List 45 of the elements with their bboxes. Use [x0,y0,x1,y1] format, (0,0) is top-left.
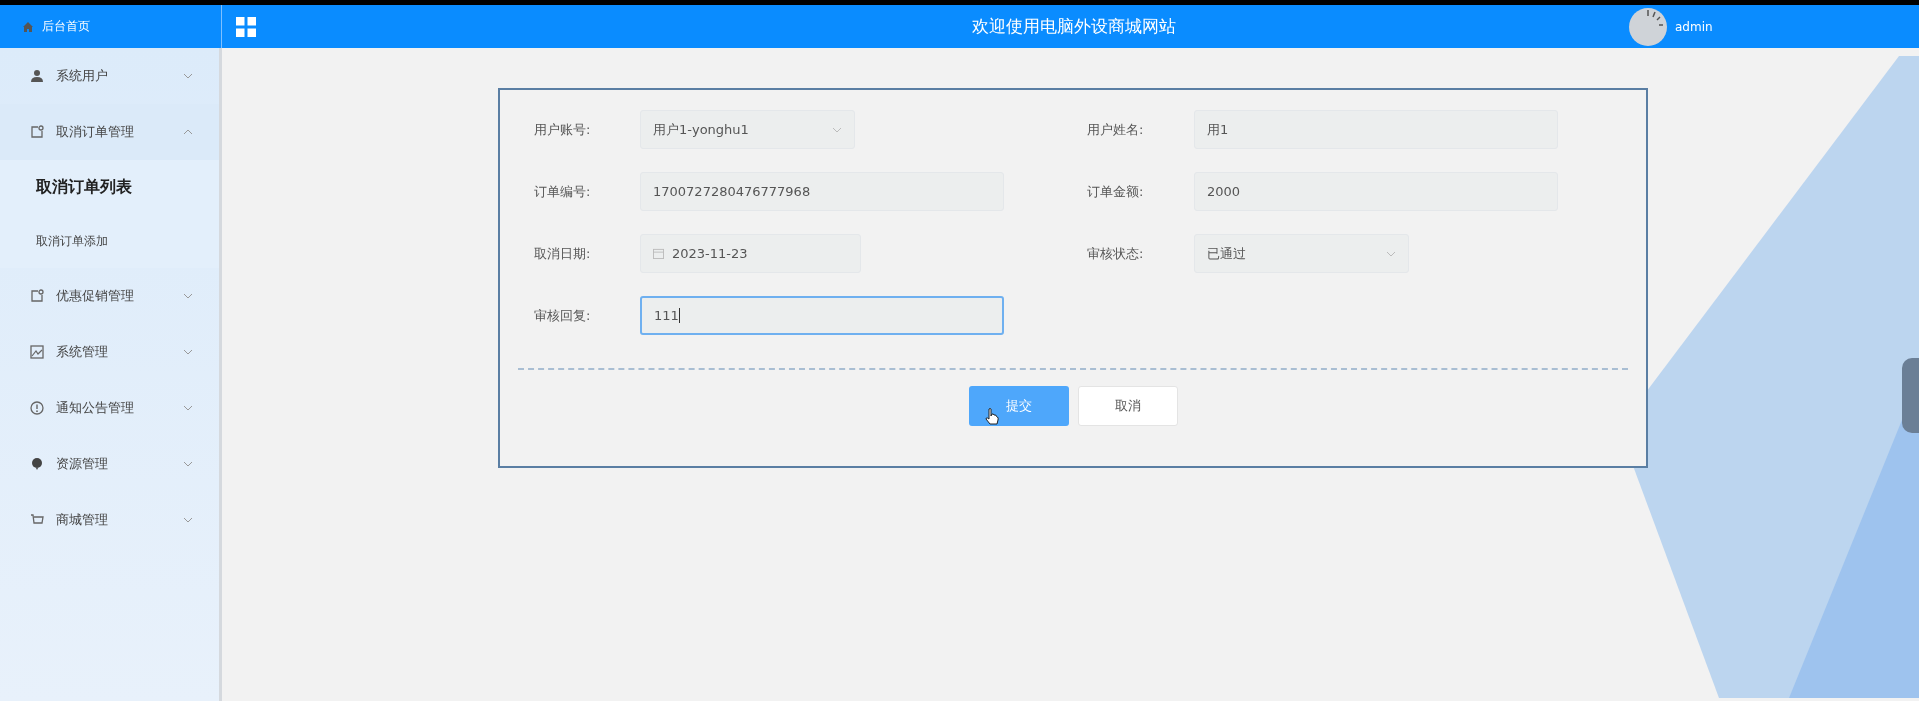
cart-icon [30,513,44,527]
picture-icon [30,345,44,359]
menu-item[interactable]: 通知公告管理 [0,380,219,436]
chevron-icon [183,517,193,523]
scroll-handle[interactable] [1902,358,1919,433]
input-field[interactable]: 1700727280476777968 [640,172,1004,211]
input-field[interactable]: 111 [640,296,1004,335]
home-icon [22,20,34,33]
menu-item[interactable]: 系统管理 [0,324,219,380]
chevron-icon [183,405,193,411]
cancel-button[interactable]: 取消 [1077,386,1178,426]
chevron-icon [183,73,193,79]
field-label: 用户姓名: [1086,120,1145,139]
field-label: 用户账号: [533,120,592,139]
site-title: 欢迎使用电脑外设商城网站 [970,15,1177,38]
chevron-icon [183,349,193,355]
calendar-icon [653,248,664,259]
input-field[interactable]: 2000 [1194,172,1558,211]
user-icon [30,69,44,83]
menu-item[interactable]: 优惠促销管理 [0,268,219,324]
field-label: 订单编号: [533,182,592,201]
menu-item[interactable]: 商城管理 [0,492,219,548]
avatar-icon[interactable] [1629,7,1667,46]
field-label: 订单金额: [1086,182,1145,201]
submenu-item[interactable]: 取消订单列表 [0,160,219,214]
date-field[interactable]: 2023-11-23 [640,234,861,273]
info-icon [30,401,44,415]
balloon-icon [30,457,44,471]
hand-cursor-icon [985,408,999,426]
input-field[interactable]: 用1 [1194,110,1558,149]
chevron-icon [183,293,193,299]
field-label: 审核回复: [533,306,592,325]
menu-item[interactable]: 资源管理 [0,436,219,492]
field-label: 审核状态: [1086,244,1145,263]
tag-icon [30,125,44,139]
grid-menu-icon[interactable] [236,16,256,37]
chevron-icon [183,461,193,467]
select-field[interactable]: 用户1-yonghu1 [640,110,855,149]
tag-icon [30,289,44,303]
chevron-icon [1386,250,1396,257]
menu-item[interactable]: 系统用户 [0,48,219,104]
chevron-icon [183,129,193,135]
select-field[interactable]: 已通过 [1194,234,1409,273]
field-label: 取消日期: [533,244,592,263]
chevron-icon [832,126,842,133]
